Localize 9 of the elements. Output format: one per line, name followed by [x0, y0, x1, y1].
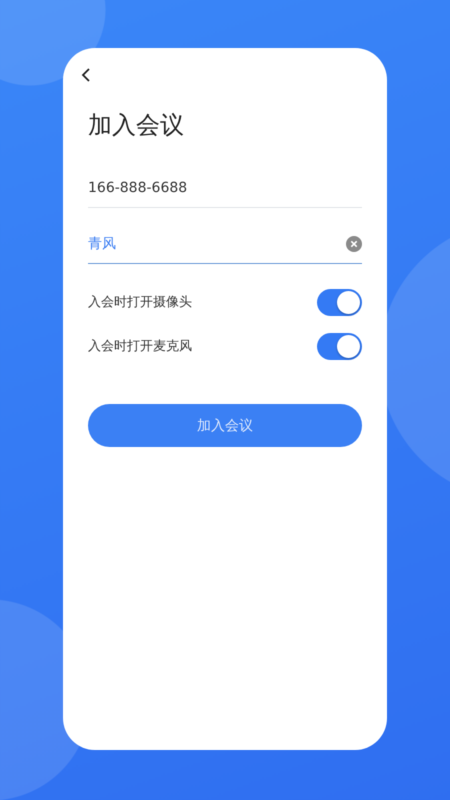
input-field[interactable]: 166-888-6688 [88, 168, 362, 208]
page-title: 加入会议 [88, 110, 185, 140]
toggle-switch[interactable] [317, 332, 362, 360]
join-button[interactable]: 加入会议 [88, 404, 362, 447]
toggle-label: 入会时打开麦克风 [88, 338, 192, 355]
toggle-switch[interactable] [317, 288, 362, 316]
toggle-label: 入会时打开摄像头 [88, 294, 192, 311]
clear-icon[interactable] [346, 236, 362, 252]
back-icon[interactable] [81, 67, 91, 83]
